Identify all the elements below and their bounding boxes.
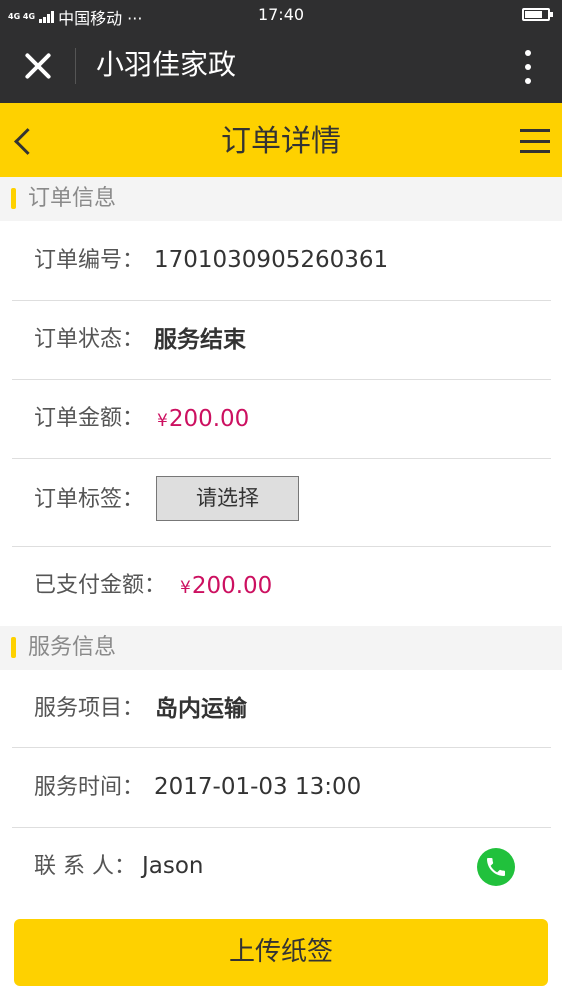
order-number-label: 订单编号： xyxy=(34,248,145,273)
page-header: 订单详情 xyxy=(0,103,562,177)
service-time-label: 服务时间： xyxy=(34,775,145,800)
amount-number: 200.00 xyxy=(168,406,250,432)
order-info-header: 订单信息 xyxy=(0,177,562,221)
section-accent-bar xyxy=(11,637,16,658)
menu-icon[interactable] xyxy=(520,129,550,153)
contact-label: 联 系 人： xyxy=(34,854,136,879)
battery-icon xyxy=(522,8,553,21)
order-number-value: 1701030905260361 xyxy=(154,247,389,273)
divider xyxy=(75,48,76,84)
phone-icon[interactable] xyxy=(477,848,515,886)
order-number-row: 订单编号： 1701030905260361 xyxy=(12,221,551,301)
section-title: 订单信息 xyxy=(28,186,117,211)
paid-number: 200.00 xyxy=(191,573,273,599)
currency-symbol: ¥ xyxy=(180,578,191,598)
upload-paper-sign-button[interactable]: 上传纸签 xyxy=(14,919,548,986)
paid-amount-value: ¥200.00 xyxy=(180,571,272,603)
service-info-header: 服务信息 xyxy=(0,626,562,670)
tag-select-button[interactable]: 请选择 xyxy=(156,476,299,521)
section-title: 服务信息 xyxy=(28,635,117,660)
order-amount-label: 订单金额： xyxy=(34,406,145,431)
close-icon[interactable] xyxy=(22,50,54,82)
order-status-row: 订单状态： 服务结束 xyxy=(12,301,551,380)
order-amount-row: 订单金额： ¥200.00 xyxy=(12,380,551,459)
service-item-value: 岛内运输 xyxy=(155,696,247,722)
status-bar: 4G 4G 中国移动 ··· 17:40 xyxy=(0,0,562,28)
service-item-row: 服务项目： 岛内运输 xyxy=(12,670,551,748)
contact-row: 联 系 人： Jason xyxy=(12,828,551,905)
contact-value: Jason xyxy=(142,853,204,879)
clock: 17:40 xyxy=(257,5,305,24)
order-tag-row: 订单标签： 请选择 xyxy=(12,459,551,547)
paid-amount-row: 已支付金额： ¥200.00 xyxy=(12,547,551,626)
service-item-label: 服务项目： xyxy=(34,696,145,721)
currency-symbol: ¥ xyxy=(157,411,168,431)
order-amount-value: ¥200.00 xyxy=(157,404,249,436)
order-status-label: 订单状态： xyxy=(34,327,145,352)
service-time-row: 服务时间： 2017-01-03 13:00 xyxy=(12,748,551,828)
page-title: 订单详情 xyxy=(221,124,341,159)
order-status-value: 服务结束 xyxy=(154,327,246,353)
service-time-value: 2017-01-03 13:00 xyxy=(154,774,362,800)
section-accent-bar xyxy=(11,188,16,209)
paid-amount-label: 已支付金额： xyxy=(34,573,167,598)
order-tag-label: 订单标签： xyxy=(34,487,145,512)
app-title: 小羽佳家政 xyxy=(96,48,237,81)
more-vertical-icon[interactable] xyxy=(524,50,532,84)
bottom-bar: 上传纸签 xyxy=(0,905,562,1000)
wechat-title-bar: 小羽佳家政 xyxy=(0,28,562,103)
